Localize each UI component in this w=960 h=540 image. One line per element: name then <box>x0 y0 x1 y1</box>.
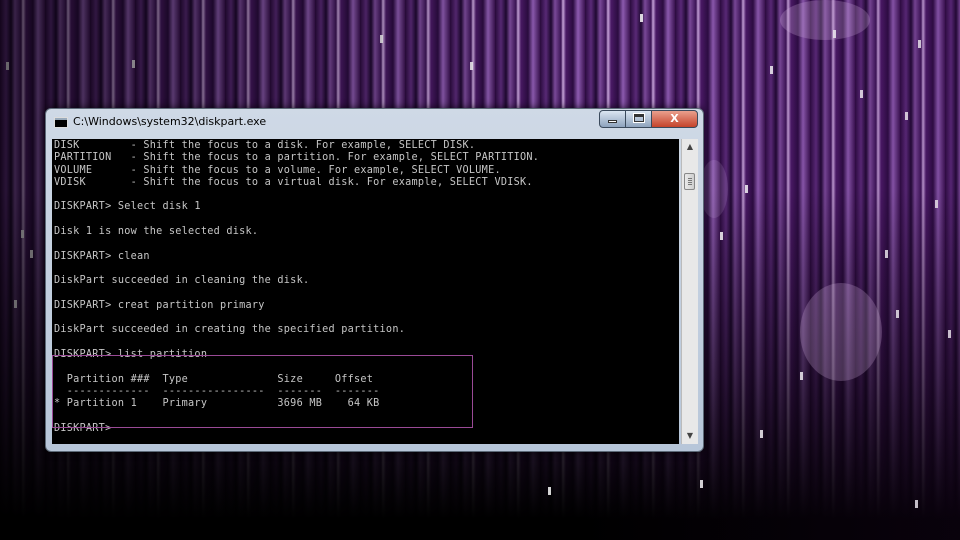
sparkle <box>548 487 551 495</box>
sparkle <box>896 310 899 318</box>
sparkle <box>770 66 773 74</box>
sparkle <box>905 112 908 120</box>
sparkle <box>800 372 803 380</box>
command-clean: DISKPART> clean <box>54 250 150 262</box>
sparkle <box>745 185 748 193</box>
close-button[interactable]: X <box>651 110 698 128</box>
command-create-partition: DISKPART> creat partition primary <box>54 299 265 311</box>
console-text: DISK - Shift the focus to a disk. For ex… <box>54 140 539 435</box>
sparkle <box>833 30 836 38</box>
output-select-disk: Disk 1 is now the selected disk. <box>54 226 259 238</box>
sparkle <box>380 35 383 43</box>
sparkle <box>918 40 921 48</box>
partition-table-row: * Partition 1 Primary 3696 MB 64 KB <box>54 398 380 410</box>
scroll-up-button[interactable]: ▲ <box>682 139 698 155</box>
scroll-down-button[interactable]: ▼ <box>682 428 698 444</box>
minimize-icon <box>608 120 617 123</box>
command-list-partition: DISKPART> list partition <box>54 349 208 361</box>
chevron-down-icon: ▼ <box>686 431 694 440</box>
vertical-scrollbar[interactable]: ▲ ▼ <box>681 139 698 444</box>
sparkle <box>470 62 473 70</box>
maximize-icon <box>632 113 645 123</box>
diskpart-console-window[interactable]: C:\Windows\system32\diskpart.exe X DISK … <box>45 108 704 452</box>
bokeh-light <box>800 283 882 381</box>
bokeh-light <box>700 160 728 218</box>
help-line-partition: PARTITION - Shift the focus to a partiti… <box>54 152 540 164</box>
scroll-thumb[interactable] <box>684 173 695 190</box>
sparkle <box>860 90 863 98</box>
sparkle <box>640 14 643 22</box>
sparkle <box>948 330 951 338</box>
help-line-disk: DISK - Shift the focus to a disk. For ex… <box>54 140 476 151</box>
sparkle <box>14 300 17 308</box>
chevron-up-icon: ▲ <box>686 142 694 151</box>
sparkle <box>132 60 135 68</box>
title-bar[interactable]: C:\Windows\system32\diskpart.exe X <box>46 109 703 137</box>
sparkle <box>21 230 24 238</box>
sparkle <box>885 250 888 258</box>
sparkle <box>720 232 723 240</box>
partition-table-rule: ------------- ---------------- ------- -… <box>54 385 380 397</box>
partition-table-header: Partition ### Type Size Offset <box>54 373 374 385</box>
sparkle <box>935 200 938 208</box>
sparkle <box>915 500 918 508</box>
console-app-icon[interactable] <box>54 117 68 128</box>
sparkle <box>6 62 9 70</box>
console-output-area[interactable]: DISK - Shift the focus to a disk. For ex… <box>52 139 679 444</box>
bokeh-light <box>780 0 870 40</box>
output-clean: DiskPart succeeded in cleaning the disk. <box>54 275 310 287</box>
window-title: C:\Windows\system32\diskpart.exe <box>73 115 267 128</box>
sparkle <box>30 250 33 258</box>
command-prompt[interactable]: DISKPART> <box>54 423 539 435</box>
sparkle <box>700 480 703 488</box>
minimize-button[interactable] <box>599 110 626 128</box>
command-select-disk: DISKPART> Select disk 1 <box>54 201 201 213</box>
sparkle <box>760 430 763 438</box>
output-create-partition: DiskPart succeeded in creating the speci… <box>54 324 406 336</box>
help-line-vdisk: VDISK - Shift the focus to a virtual dis… <box>54 176 533 188</box>
close-icon: X <box>670 112 679 125</box>
help-line-volume: VOLUME - Shift the focus to a volume. Fo… <box>54 164 501 176</box>
maximize-button[interactable] <box>625 110 652 128</box>
